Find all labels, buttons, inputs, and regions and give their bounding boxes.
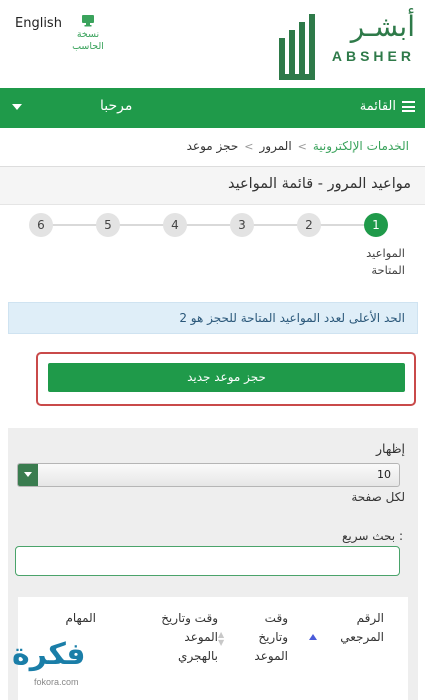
language-link[interactable]: English: [15, 16, 62, 31]
step-1: 1: [364, 213, 388, 237]
logo-mark-icon: [279, 14, 315, 80]
step-4: 4: [163, 213, 187, 237]
per-page-label: لكل صفحة: [351, 490, 405, 504]
desktop-version-label: نسخة الحاسب: [72, 29, 104, 52]
show-label: إظهار: [375, 441, 405, 456]
sort-icon[interactable]: ▲ ▼: [218, 631, 224, 647]
welcome-label[interactable]: مرحبا: [100, 98, 132, 114]
col-appointment-hijri[interactable]: وقت وتاريخ الموعد بالهجري: [158, 609, 218, 666]
logo-arabic: أبشـر: [350, 10, 415, 43]
monitor-icon: [82, 15, 94, 27]
stepper-track: [40, 224, 375, 226]
breadcrumb-eservices[interactable]: الخدمات الإلكترونية: [313, 139, 409, 153]
quick-search-input[interactable]: [15, 546, 400, 576]
watermark-text: فكرة: [12, 637, 86, 672]
desktop-version-link[interactable]: نسخة الحاسب: [70, 14, 106, 53]
breadcrumb-separator: >: [244, 139, 254, 153]
info-alert: الحد الأعلى لعدد المواعيد المتاحة للحجز …: [8, 302, 418, 334]
step-5: 5: [96, 213, 120, 237]
step-3: 3: [230, 213, 254, 237]
menu-button[interactable]: القائمة: [360, 99, 415, 114]
breadcrumb-traffic[interactable]: المرور: [260, 139, 292, 153]
col-tasks: المهام: [65, 611, 96, 625]
sort-asc-icon[interactable]: [309, 634, 317, 640]
breadcrumb-separator: >: [297, 139, 307, 153]
col-appointment-datetime[interactable]: وقت وتاريخ الموعد: [248, 609, 288, 666]
new-booking-button[interactable]: حجز موعد جديد: [48, 363, 405, 392]
caret-down-icon[interactable]: [12, 104, 22, 110]
top-header: English نسخة الحاسب أبشـر ABSHER: [0, 0, 425, 96]
step-6: 6: [29, 213, 53, 237]
watermark-logo: فكرة fokora.com: [4, 637, 124, 697]
step-2: 2: [297, 213, 321, 237]
menu-label: القائمة: [359, 99, 396, 114]
hamburger-icon: [402, 101, 415, 112]
search-label: بحث سريع :: [342, 529, 403, 543]
logo-english: ABSHER: [331, 48, 415, 64]
page-title: مواعيد المرور - قائمة المواعيد: [228, 176, 411, 192]
breadcrumb-current: حجز موعد: [186, 139, 239, 153]
nav-bar: القائمة مرحبا: [0, 88, 425, 128]
breadcrumb: الخدمات الإلكترونية > المرور > حجز موعد: [187, 139, 409, 153]
step-1-label: المواعيد المتاحة: [366, 246, 405, 277]
col-reference-number[interactable]: الرقم المرجعي: [324, 609, 384, 647]
absher-logo[interactable]: أبشـر ABSHER: [277, 4, 417, 84]
alert-text: الحد الأعلى لعدد المواعيد المتاحة للحجز …: [179, 311, 405, 325]
dropdown-arrow-icon[interactable]: [18, 464, 38, 486]
watermark-url: fokora.com: [34, 677, 79, 687]
page-size-select[interactable]: 10: [17, 463, 400, 487]
page-size-value: 10: [377, 468, 391, 481]
